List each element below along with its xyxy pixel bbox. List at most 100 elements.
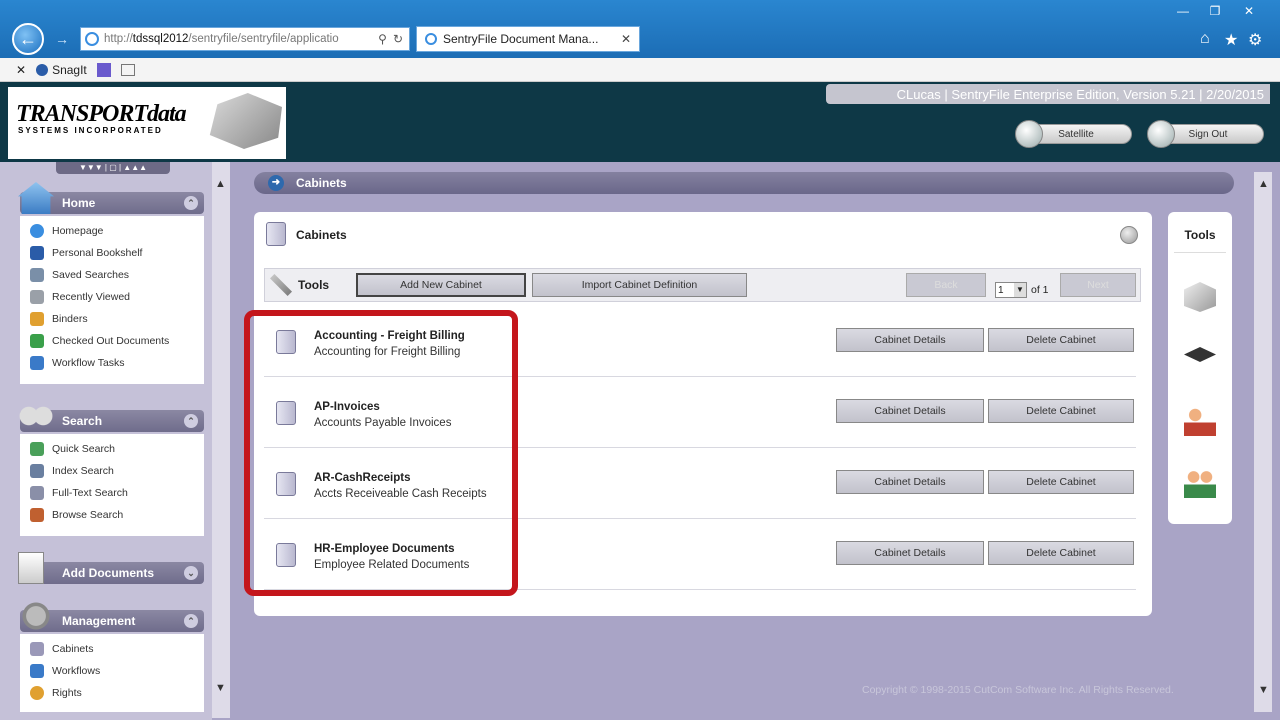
- cabinet-details-button[interactable]: Cabinet Details: [836, 541, 984, 565]
- gear-icon[interactable]: ⚙: [1248, 30, 1262, 50]
- sidebar-item-label: Workflows: [52, 665, 101, 677]
- collapse-icon[interactable]: ⌃: [184, 414, 198, 428]
- card-status-icon[interactable]: [1120, 226, 1138, 244]
- favorites-star-icon[interactable]: ★: [1224, 30, 1238, 50]
- maximize-icon[interactable]: ❐: [1202, 3, 1228, 19]
- sidebar-toggle[interactable]: ▼▼▼ | ▢ | ▲▲▲: [56, 162, 170, 174]
- search-icon[interactable]: ⚲: [378, 32, 387, 46]
- scroll-down-icon[interactable]: ▼: [215, 682, 226, 694]
- sidebar-item-workflows[interactable]: Workflows: [30, 660, 204, 682]
- scroll-down-icon[interactable]: ▼: [1258, 684, 1269, 696]
- page-select[interactable]: 1 ▼: [995, 282, 1027, 298]
- copyright: Copyright © 1998-2015 CutCom Software In…: [862, 684, 1174, 696]
- workflow-icon: [30, 664, 44, 678]
- refresh-icon[interactable]: ↻: [393, 32, 403, 46]
- management-panel-header[interactable]: Management ⌃: [18, 600, 204, 632]
- search-panel-body: Quick Search Index Search Full-Text Sear…: [20, 434, 204, 536]
- sidebar-item-index-search[interactable]: Index Search: [30, 460, 204, 482]
- next-page-button[interactable]: Next: [1060, 273, 1136, 297]
- ie-icon: [85, 32, 99, 46]
- sidebar-item-personal-bookshelf[interactable]: Personal Bookshelf: [30, 242, 204, 264]
- snagit-label: SnagIt: [52, 62, 87, 77]
- tab-favicon-icon: [425, 33, 437, 45]
- management-panel-body: Cabinets Workflows Rights: [20, 634, 204, 712]
- main-scrollbar[interactable]: ▲ ▼: [1254, 172, 1272, 712]
- sidebar-item-homepage[interactable]: Homepage: [30, 220, 204, 242]
- page-count: of 1: [1031, 284, 1049, 296]
- browser-tab[interactable]: SentryFile Document Mana... ✕: [416, 26, 640, 52]
- add-documents-title: Add Documents: [62, 566, 155, 580]
- address-scheme: http://: [104, 33, 133, 45]
- add-documents-panel-header[interactable]: Add Documents ⌄: [18, 552, 204, 584]
- forward-arrow-icon[interactable]: →: [52, 29, 72, 49]
- sidebar-item-label: Rights: [52, 687, 82, 699]
- sidebar-item-workflow-tasks[interactable]: Workflow Tasks: [30, 352, 204, 374]
- breadcrumb-label: Cabinets: [296, 176, 347, 190]
- tools-label: Tools: [298, 278, 330, 292]
- sidebar-item-saved-searches[interactable]: Saved Searches: [30, 264, 204, 286]
- sidebar-scrollbar[interactable]: ▲ ▼: [212, 162, 230, 718]
- close-window-icon[interactable]: ✕: [1236, 3, 1262, 19]
- collapse-icon[interactable]: ⌃: [184, 196, 198, 210]
- satellite-label: Satellite: [1058, 128, 1094, 140]
- search-panel-header[interactable]: Search ⌃: [18, 400, 204, 432]
- company-logo: TRANSPORTdata SYSTEMS INCORPORATED: [8, 87, 286, 159]
- address-bar[interactable]: http:// tdssql2012 /sentryfile/sentryfil…: [80, 27, 410, 51]
- add-document-icon: [18, 552, 44, 584]
- sidebar-item-full-text-search[interactable]: Full-Text Search: [30, 482, 204, 504]
- logo-text: TRANSPORTdata: [16, 101, 187, 127]
- capture-icon[interactable]: [96, 62, 111, 77]
- delete-cabinet-button[interactable]: Delete Cabinet: [988, 328, 1134, 352]
- cabinet-details-button[interactable]: Cabinet Details: [836, 470, 984, 494]
- window-capture-icon[interactable]: [120, 63, 135, 76]
- snagit-button[interactable]: SnagIt: [36, 63, 87, 77]
- cube-icon[interactable]: [1184, 282, 1216, 312]
- scroll-up-icon[interactable]: ▲: [215, 178, 226, 190]
- close-icon[interactable]: ✕: [16, 63, 26, 77]
- scroll-up-icon[interactable]: ▲: [1258, 178, 1269, 190]
- graduation-cap-icon[interactable]: [1184, 347, 1216, 362]
- sidebar-item-label: Full-Text Search: [52, 487, 128, 499]
- binoculars-icon: [18, 400, 54, 432]
- home-icon[interactable]: ⌂: [1200, 30, 1210, 48]
- delete-cabinet-button[interactable]: Delete Cabinet: [988, 399, 1134, 423]
- tab-title: SentryFile Document Mana...: [443, 32, 599, 46]
- satellite-button[interactable]: Satellite: [1015, 120, 1132, 148]
- close-tab-icon[interactable]: ✕: [621, 32, 631, 46]
- sidebar-item-quick-search[interactable]: Quick Search: [30, 438, 204, 460]
- sign-out-button[interactable]: Sign Out: [1147, 120, 1264, 148]
- expand-icon[interactable]: ⌄: [184, 566, 198, 580]
- browse-search-icon: [30, 508, 44, 522]
- delete-cabinet-button[interactable]: Delete Cabinet: [988, 470, 1134, 494]
- home-panel-header[interactable]: Home ⌃: [18, 182, 204, 214]
- sidebar-item-rights[interactable]: Rights: [30, 682, 204, 704]
- cabinet-details-button[interactable]: Cabinet Details: [836, 328, 984, 352]
- address-path: /sentryfile/sentryfile/applicatio: [188, 33, 339, 45]
- sidebar-item-label: Cabinets: [52, 643, 94, 655]
- cabinet-details-button[interactable]: Cabinet Details: [836, 399, 984, 423]
- home-panel-title: Home: [62, 196, 96, 210]
- sidebar-item-browse-search[interactable]: Browse Search: [30, 504, 204, 526]
- satellite-icon: [1015, 120, 1043, 148]
- sidebar-item-binders[interactable]: Binders: [30, 308, 204, 330]
- sign-out-icon: [1147, 120, 1175, 148]
- delete-cabinet-button[interactable]: Delete Cabinet: [988, 541, 1134, 565]
- sidebar-item-checked-out[interactable]: Checked Out Documents: [30, 330, 204, 352]
- sidebar-item-recently-viewed[interactable]: Recently Viewed: [30, 286, 204, 308]
- import-cabinet-button[interactable]: Import Cabinet Definition: [532, 273, 747, 297]
- search-panel-title: Search: [62, 414, 103, 428]
- user-computer-icon[interactable]: [1184, 406, 1216, 436]
- sidebar-item-label: Quick Search: [52, 443, 116, 455]
- previous-page-button[interactable]: Back: [906, 273, 986, 297]
- collapse-icon[interactable]: ⌃: [184, 614, 198, 628]
- users-icon[interactable]: [1184, 468, 1216, 498]
- red-annotation-box: [244, 310, 518, 596]
- address-domain: tdssql2012: [132, 33, 189, 45]
- logo-cubes-graphic: [209, 93, 282, 149]
- divider: [1174, 252, 1226, 253]
- back-arrow-icon[interactable]: ←: [12, 23, 44, 55]
- add-new-cabinet-button[interactable]: Add New Cabinet: [356, 273, 526, 297]
- sidebar-item-cabinets[interactable]: Cabinets: [30, 638, 204, 660]
- globe-icon: [30, 224, 44, 238]
- minimize-icon[interactable]: —: [1170, 3, 1196, 19]
